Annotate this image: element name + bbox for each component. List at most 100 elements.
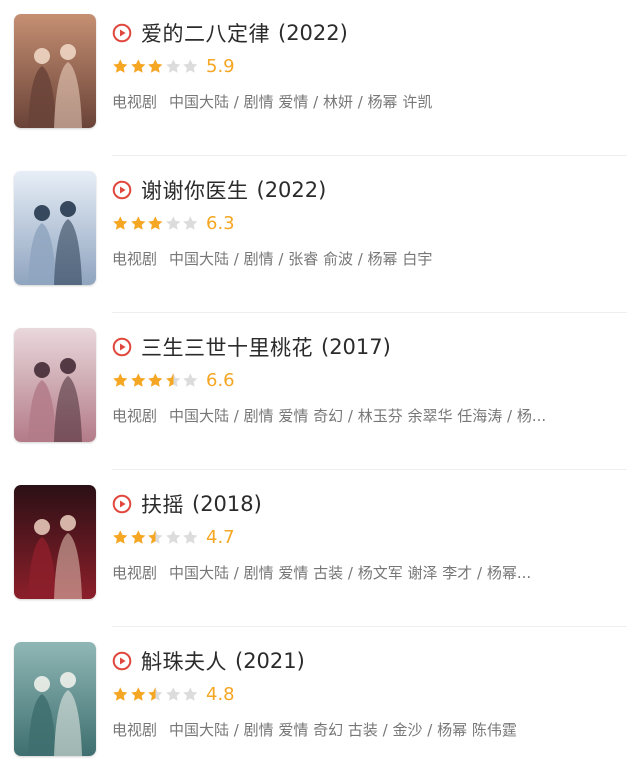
item-info: 斛珠夫人 (2021) 4.8 电视剧 中国大陆 / 剧情 爱情 奇幻 古装 /… [112,646,631,742]
item-meta: 中国大陆 / 剧情 爱情 古装 / 杨文军 谢泽 李才 / 杨幂... [169,563,532,582]
divider [112,312,627,313]
type-tag: 电视剧 [112,249,158,268]
title-row[interactable]: 扶摇 (2018) [112,489,631,519]
poster[interactable] [14,642,96,756]
title-row[interactable]: 谢谢你医生 (2022) [112,175,631,205]
play-circle-icon [112,180,132,200]
item-year: (2022) [256,178,327,202]
poster[interactable] [14,171,96,285]
poster-doctor-drama [14,171,96,285]
divider [112,626,627,627]
divider [112,155,627,156]
list-item[interactable]: 谢谢你医生 (2022) 6.3 电视剧 中国大陆 / 剧情 / 张睿 俞波 /… [0,157,637,314]
title-row[interactable]: 三生三世十里桃花 (2017) [112,332,631,362]
rating-row: 4.7 [112,522,631,552]
title-row[interactable]: 爱的二八定律 (2022) [112,18,631,48]
star-empty-icon [165,686,181,701]
item-title[interactable]: 爱的二八定律 [141,18,270,48]
type-tag: 电视剧 [112,563,158,582]
type-tag: 电视剧 [112,720,158,739]
rating-score: 4.8 [206,683,235,705]
item-info: 三生三世十里桃花 (2017) 6.6 电视剧 中国大陆 / 剧情 爱情 奇幻 … [112,332,631,428]
star-filled-icon [130,215,146,230]
star-rating [112,372,200,389]
meta-row: 电视剧 中国大陆 / 剧情 爱情 奇幻 / 林玉芬 余翠华 任海涛 / 杨... [112,402,631,428]
type-tag: 电视剧 [112,92,158,111]
star-empty-icon [183,529,198,544]
item-info: 谢谢你医生 (2022) 6.3 电视剧 中国大陆 / 剧情 / 张睿 俞波 /… [112,175,631,271]
type-tag: 电视剧 [112,406,158,425]
poster-fantasy-group [14,328,96,442]
title-row[interactable]: 斛珠夫人 (2021) [112,646,631,676]
star-filled-icon [113,215,128,230]
poster-teal-costume [14,642,96,756]
rating-row: 6.6 [112,365,631,395]
meta-row: 电视剧 中国大陆 / 剧情 爱情 / 林妍 / 杨幂 许凯 [112,88,631,114]
poster-romance-couple [14,14,96,128]
item-title[interactable]: 谢谢你医生 [141,175,249,205]
star-empty-icon [183,372,198,387]
item-meta: 中国大陆 / 剧情 爱情 / 林妍 / 杨幂 许凯 [169,92,433,111]
list-item[interactable]: 扶摇 (2018) 4.7 电视剧 中国大陆 / 剧情 爱情 古装 / 杨文军 … [0,471,637,628]
play-circle-icon [112,23,132,43]
star-empty-icon [183,215,198,230]
star-rating [112,529,200,546]
star-filled-icon [113,372,128,387]
star-filled-icon [148,372,163,387]
item-year: (2022) [278,21,348,45]
star-empty-icon [183,58,198,73]
meta-row: 电视剧 中国大陆 / 剧情 爱情 奇幻 古装 / 金沙 / 杨幂 陈伟霆 [112,716,631,742]
rating-score: 5.9 [206,55,235,77]
item-year: (2018) [192,492,262,516]
item-info: 爱的二八定律 (2022) 5.9 电视剧 中国大陆 / 剧情 爱情 / 林妍 … [112,18,631,114]
star-filled-icon [148,215,163,230]
poster[interactable] [14,328,96,442]
item-title[interactable]: 斛珠夫人 [141,646,227,676]
item-year: (2021) [235,649,305,673]
star-filled-icon [130,686,146,701]
star-filled-icon [113,529,128,544]
star-rating [112,686,200,703]
item-year: (2017) [321,335,391,359]
play-circle-icon [112,494,132,514]
meta-row: 电视剧 中国大陆 / 剧情 爱情 古装 / 杨文军 谢泽 李才 / 杨幂... [112,559,631,585]
movie-list: 爱的二八定律 (2022) 5.9 电视剧 中国大陆 / 剧情 爱情 / 林妍 … [0,0,637,763]
divider [112,469,627,470]
item-meta: 中国大陆 / 剧情 爱情 奇幻 古装 / 金沙 / 杨幂 陈伟霆 [169,720,517,739]
rating-row: 6.3 [112,208,631,238]
star-half-icon [148,686,163,701]
star-empty-icon [183,686,198,701]
play-circle-icon [112,337,132,357]
rating-score: 6.6 [206,369,235,391]
star-filled-icon [130,372,146,387]
item-title[interactable]: 扶摇 [141,489,184,519]
star-rating [112,58,200,75]
poster-dark-portrait [14,485,96,599]
star-filled-icon [113,686,128,701]
star-half-icon [165,372,181,387]
list-item[interactable]: 斛珠夫人 (2021) 4.8 电视剧 中国大陆 / 剧情 爱情 奇幻 古装 /… [0,628,637,763]
star-filled-icon [130,529,146,544]
poster[interactable] [14,14,96,128]
star-empty-icon [165,58,181,73]
item-meta: 中国大陆 / 剧情 / 张睿 俞波 / 杨幂 白宇 [169,249,433,268]
rating-row: 5.9 [112,51,631,81]
star-filled-icon [113,58,128,73]
rating-score: 4.7 [206,526,235,548]
item-title[interactable]: 三生三世十里桃花 [141,332,313,362]
star-filled-icon [130,58,146,73]
rating-row: 4.8 [112,679,631,709]
play-circle-icon [112,651,132,671]
star-empty-icon [165,215,181,230]
item-meta: 中国大陆 / 剧情 爱情 奇幻 / 林玉芬 余翠华 任海涛 / 杨... [169,406,547,425]
meta-row: 电视剧 中国大陆 / 剧情 / 张睿 俞波 / 杨幂 白宇 [112,245,631,271]
list-item[interactable]: 三生三世十里桃花 (2017) 6.6 电视剧 中国大陆 / 剧情 爱情 奇幻 … [0,314,637,471]
poster[interactable] [14,485,96,599]
rating-score: 6.3 [206,212,235,234]
star-rating [112,215,200,232]
star-empty-icon [165,529,181,544]
star-half-icon [148,529,163,544]
list-item[interactable]: 爱的二八定律 (2022) 5.9 电视剧 中国大陆 / 剧情 爱情 / 林妍 … [0,0,637,157]
item-info: 扶摇 (2018) 4.7 电视剧 中国大陆 / 剧情 爱情 古装 / 杨文军 … [112,489,631,585]
star-filled-icon [148,58,163,73]
